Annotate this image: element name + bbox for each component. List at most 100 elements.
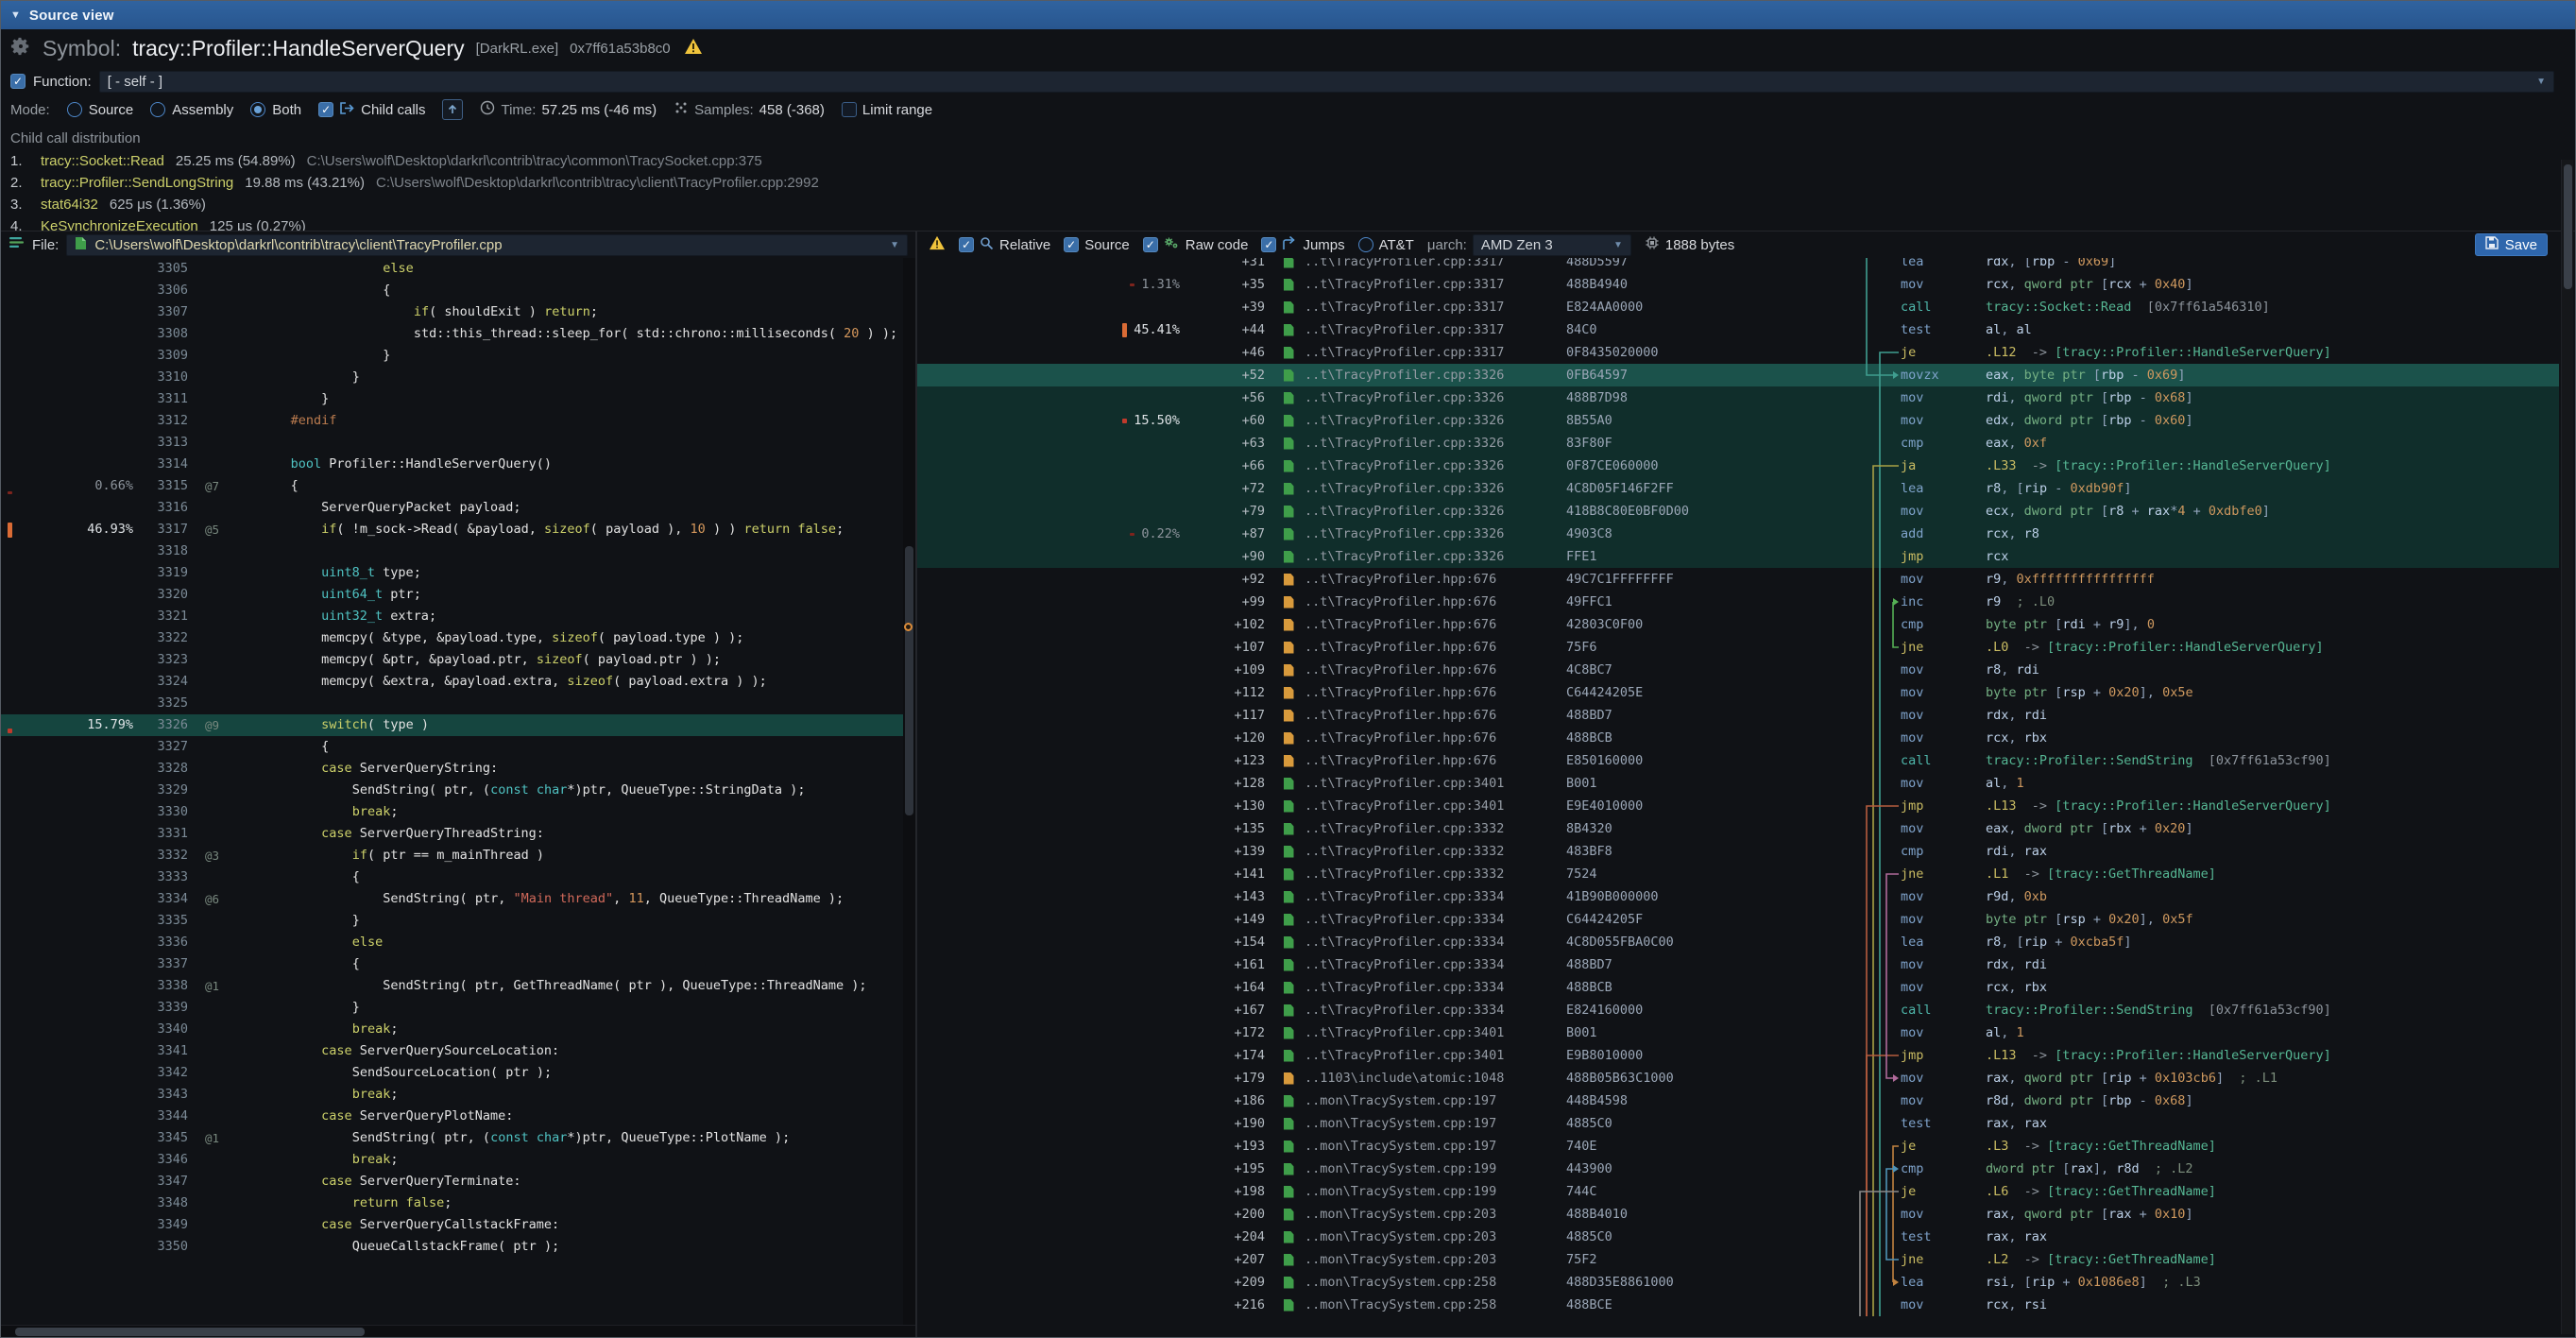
asm-source-location[interactable]: ..t\TracyProfiler.hpp:676 [1305,704,1566,727]
source-line[interactable]: 3337 { [1,953,915,975]
jumps-checkbox[interactable] [1261,237,1276,252]
asm-row[interactable]: +102..t\TracyProfiler.hpp:67642803C0F00c… [917,613,2559,636]
save-button[interactable]: Save [2475,233,2548,256]
asm-row[interactable]: +179..1103\include\atomic:1048488B05B63C… [917,1067,2559,1089]
asm-row[interactable]: +109..t\TracyProfiler.hpp:6764C8BC7movr8… [917,659,2559,681]
asm-row[interactable]: +31..t\TracyProfiler.cpp:3317488D5597lea… [917,258,2559,273]
source-line[interactable]: 3329 SendString( ptr, (const char*)ptr, … [1,780,915,801]
asm-row[interactable]: +167..t\TracyProfiler.cpp:3334E824160000… [917,999,2559,1021]
asm-row[interactable]: +79..t\TracyProfiler.cpp:3326418B8C80E0B… [917,500,2559,523]
function-checkbox[interactable] [10,74,26,89]
source-toggle[interactable]: Source [1064,237,1130,253]
asm-source-location[interactable]: ..t\TracyProfiler.hpp:676 [1305,636,1566,659]
scrollbar-thumb[interactable] [2564,164,2572,289]
asm-source-location[interactable]: ..t\TracyProfiler.cpp:3334 [1305,931,1566,953]
source-line[interactable]: 3321 uint32_t extra; [1,606,915,627]
source-line[interactable]: 0.66%3315@7 { [1,475,915,497]
asm-source-location[interactable]: ..t\TracyProfiler.cpp:3326 [1305,386,1566,409]
asm-source-location[interactable]: ..t\TracyProfiler.hpp:676 [1305,613,1566,636]
source-line[interactable]: 3312 #endif [1,410,915,432]
asm-row[interactable]: +207..mon\TracySystem.cpp:20375F2jne.L2 … [917,1248,2559,1271]
asm-source-location[interactable]: ..t\TracyProfiler.cpp:3326 [1305,523,1566,545]
source-line[interactable]: 3322 memcpy( &type, &payload.type, sizeo… [1,627,915,649]
source-line[interactable]: 3319 uint8_t type; [1,562,915,584]
source-line[interactable]: 3335 } [1,910,915,932]
asm-source-location[interactable]: ..t\TracyProfiler.hpp:676 [1305,727,1566,749]
child-call-function[interactable]: tracy::Socket::Read [41,153,164,169]
asm-row[interactable]: +200..mon\TracySystem.cpp:203488B4010mov… [917,1203,2559,1226]
source-horizontal-scrollbar[interactable] [1,1325,915,1337]
asm-row[interactable]: +149..t\TracyProfiler.cpp:3334C64424205F… [917,908,2559,931]
assembly-view[interactable]: +31..t\TracyProfiler.cpp:3317488D5597lea… [917,258,2559,1337]
source-line[interactable]: 3336 else [1,932,915,953]
source-line[interactable]: 3342 SendSourceLocation( ptr ); [1,1062,915,1084]
child-call-function[interactable]: KeSynchronizeExecution [41,218,198,232]
source-line[interactable]: 3331 case ServerQueryThreadString: [1,823,915,845]
asm-source-location[interactable]: ..t\TracyProfiler.cpp:3401 [1305,772,1566,795]
source-checkbox[interactable] [1064,237,1079,252]
source-line[interactable]: 3308 std::this_thread::sleep_for( std::c… [1,323,915,345]
asm-source-location[interactable]: ..t\TracyProfiler.hpp:676 [1305,591,1566,613]
source-vertical-scrollbar[interactable] [903,258,915,1325]
asm-row[interactable]: +186..mon\TracySystem.cpp:197448B4598mov… [917,1089,2559,1112]
asm-row[interactable]: +92..t\TracyProfiler.hpp:67649C7C1FFFFFF… [917,568,2559,591]
asm-row[interactable]: +130..t\TracyProfiler.cpp:3401E9E4010000… [917,795,2559,817]
jumps-toggle[interactable]: Jumps [1261,236,1344,253]
radio-source[interactable] [67,102,82,117]
source-line[interactable]: 3341 case ServerQuerySourceLocation: [1,1040,915,1062]
asm-source-location[interactable]: ..t\TracyProfiler.cpp:3401 [1305,795,1566,817]
asm-source-location[interactable]: ..mon\TracySystem.cpp:197 [1305,1089,1566,1112]
asm-row[interactable]: +123..t\TracyProfiler.hpp:676E850160000c… [917,749,2559,772]
asm-source-location[interactable]: ..t\TracyProfiler.cpp:3326 [1305,364,1566,386]
asm-source-location[interactable]: ..1103\include\atomic:1048 [1305,1067,1566,1089]
function-combo[interactable]: [ - self - ] ▼ [99,71,2554,93]
asm-source-location[interactable]: ..t\TracyProfiler.cpp:3326 [1305,455,1566,477]
parent-symbol-button[interactable] [442,99,463,120]
source-line[interactable]: 3338@1 SendString( ptr, GetThreadName( p… [1,975,915,997]
source-line[interactable]: 3346 break; [1,1149,915,1171]
source-line[interactable]: 15.79%3326@9 switch( type ) [1,714,915,736]
source-line[interactable]: 3348 return false; [1,1192,915,1214]
asm-source-location[interactable]: ..mon\TracySystem.cpp:197 [1305,1112,1566,1135]
asm-source-location[interactable]: ..t\TracyProfiler.cpp:3317 [1305,318,1566,341]
relative-toggle[interactable]: Relative [959,236,1050,254]
source-line[interactable]: 3323 memcpy( &ptr, &payload.ptr, sizeof(… [1,649,915,671]
asm-row[interactable]: +139..t\TracyProfiler.cpp:3332483BF8cmpr… [917,840,2559,863]
asm-source-location[interactable]: ..t\TracyProfiler.cpp:3326 [1305,477,1566,500]
source-line[interactable]: 3344 case ServerQueryPlotName: [1,1106,915,1127]
asm-row[interactable]: 45.41%+44..t\TracyProfiler.cpp:331784C0t… [917,318,2559,341]
asm-row[interactable]: +39..t\TracyProfiler.cpp:3317E824AA0000c… [917,296,2559,318]
asm-row[interactable]: +56..t\TracyProfiler.cpp:3326488B7D98mov… [917,386,2559,409]
asm-row[interactable]: +209..mon\TracySystem.cpp:258488D35E8861… [917,1271,2559,1294]
asm-source-location[interactable]: ..t\TracyProfiler.cpp:3334 [1305,953,1566,976]
raw-code-toggle[interactable]: Raw code [1143,236,1249,254]
source-line[interactable]: 3309 } [1,345,915,367]
scrollbar-thumb[interactable] [905,546,913,815]
asm-source-location[interactable]: ..mon\TracySystem.cpp:258 [1305,1294,1566,1316]
source-line[interactable]: 3311 } [1,388,915,410]
source-code-view[interactable]: 3305 else3306 {3307 if( shouldExit ) ret… [1,258,915,1325]
source-line[interactable]: 3327 { [1,736,915,758]
asm-source-location[interactable]: ..t\TracyProfiler.cpp:3332 [1305,863,1566,885]
limit-range-checkbox[interactable] [842,102,857,117]
mode-option-assembly[interactable]: Assembly [150,102,233,118]
asm-row[interactable]: 1.31%+35..t\TracyProfiler.cpp:3317488B49… [917,273,2559,296]
source-line[interactable]: 3320 uint64_t ptr; [1,584,915,606]
asm-row[interactable]: +143..t\TracyProfiler.cpp:333441B90B0000… [917,885,2559,908]
asm-row[interactable]: +204..mon\TracySystem.cpp:2034885C0testr… [917,1226,2559,1248]
asm-row[interactable]: +195..mon\TracySystem.cpp:199443900cmpdw… [917,1158,2559,1180]
child-calls-checkbox[interactable] [318,102,333,117]
asm-row[interactable]: +193..mon\TracySystem.cpp:197740Eje.L3 -… [917,1135,2559,1158]
relative-checkbox[interactable] [959,237,974,252]
asm-source-location[interactable]: ..t\TracyProfiler.cpp:3326 [1305,545,1566,568]
radio-assembly[interactable] [150,102,165,117]
mode-option-source[interactable]: Source [67,102,134,118]
asm-row[interactable]: +46..t\TracyProfiler.cpp:33170F843502000… [917,341,2559,364]
limit-range-toggle[interactable]: Limit range [842,102,932,118]
collapse-icon[interactable]: ▼ [10,9,21,21]
source-line[interactable]: 3343 break; [1,1084,915,1106]
source-line[interactable]: 3305 else [1,258,915,280]
source-line[interactable]: 3318 [1,540,915,562]
source-line[interactable]: 3313 [1,432,915,454]
radio-both[interactable] [250,102,265,117]
